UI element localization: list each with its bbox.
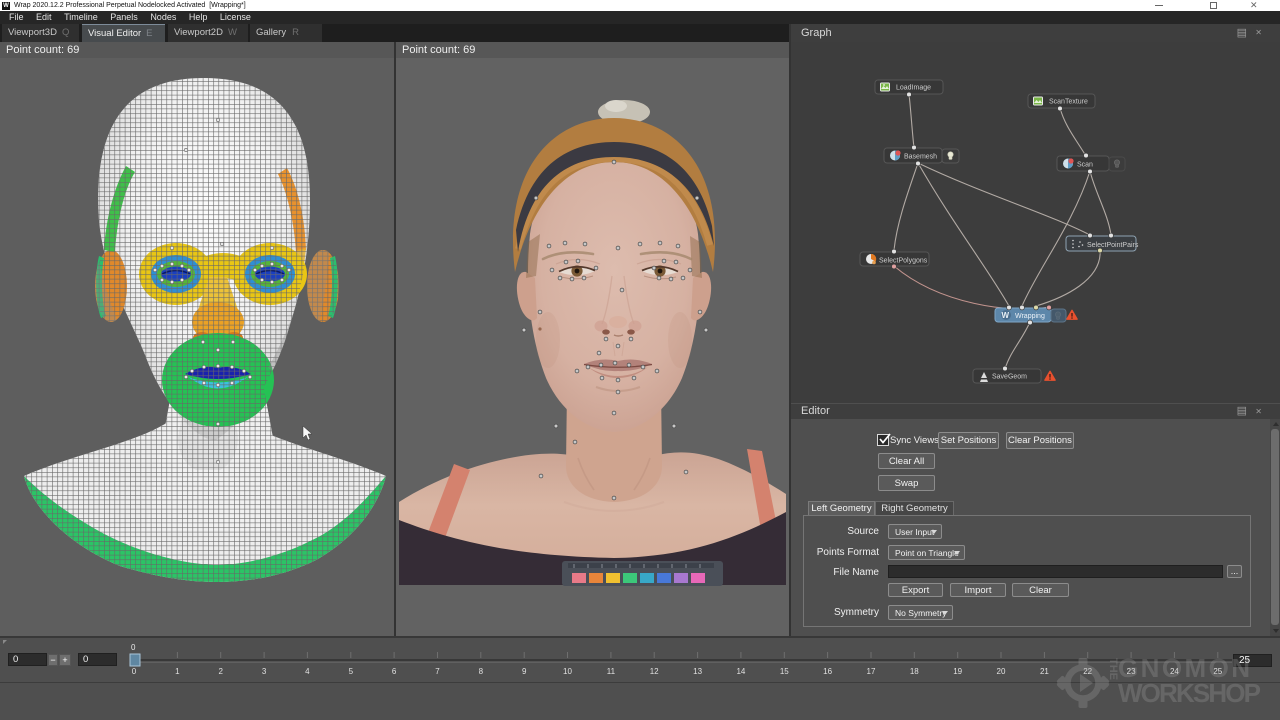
svg-text:WORKSHOP: WORKSHOP <box>1118 678 1261 708</box>
svg-text:6: 6 <box>392 667 397 676</box>
svg-text:14: 14 <box>736 667 745 676</box>
svg-text:SelectPolygons: SelectPolygons <box>879 258 928 265</box>
svg-text:21: 21 <box>1040 667 1049 676</box>
svg-text:15: 15 <box>780 667 789 676</box>
svg-text:9: 9 <box>522 667 527 676</box>
svg-text:5: 5 <box>349 667 354 676</box>
svg-text:Basemesh: Basemesh <box>904 154 937 161</box>
svg-text:3: 3 <box>262 667 267 676</box>
svg-text:12: 12 <box>650 667 659 676</box>
svg-text:W: W <box>1002 311 1010 320</box>
svg-text:20: 20 <box>997 667 1006 676</box>
svg-text:8: 8 <box>479 667 484 676</box>
svg-text:SaveGeom: SaveGeom <box>992 374 1027 381</box>
svg-text:13: 13 <box>693 667 702 676</box>
svg-text:Scan: Scan <box>1077 162 1093 169</box>
svg-text:SelectPointPairs: SelectPointPairs <box>1087 242 1139 249</box>
svg-text:2: 2 <box>218 667 223 676</box>
svg-text:19: 19 <box>953 667 962 676</box>
svg-text:ScanTexture: ScanTexture <box>1049 99 1088 106</box>
svg-text:1: 1 <box>175 667 180 676</box>
svg-text:0: 0 <box>132 667 137 676</box>
svg-text:11: 11 <box>607 667 616 676</box>
svg-text:7: 7 <box>435 667 440 676</box>
svg-text:16: 16 <box>823 667 832 676</box>
svg-text:18: 18 <box>910 667 919 676</box>
svg-text:4: 4 <box>305 667 310 676</box>
svg-text:Wrapping: Wrapping <box>1015 313 1045 320</box>
svg-text:0: 0 <box>131 643 136 652</box>
svg-text:10: 10 <box>563 667 572 676</box>
svg-text:LoadImage: LoadImage <box>896 85 931 92</box>
svg-text:17: 17 <box>867 667 876 676</box>
